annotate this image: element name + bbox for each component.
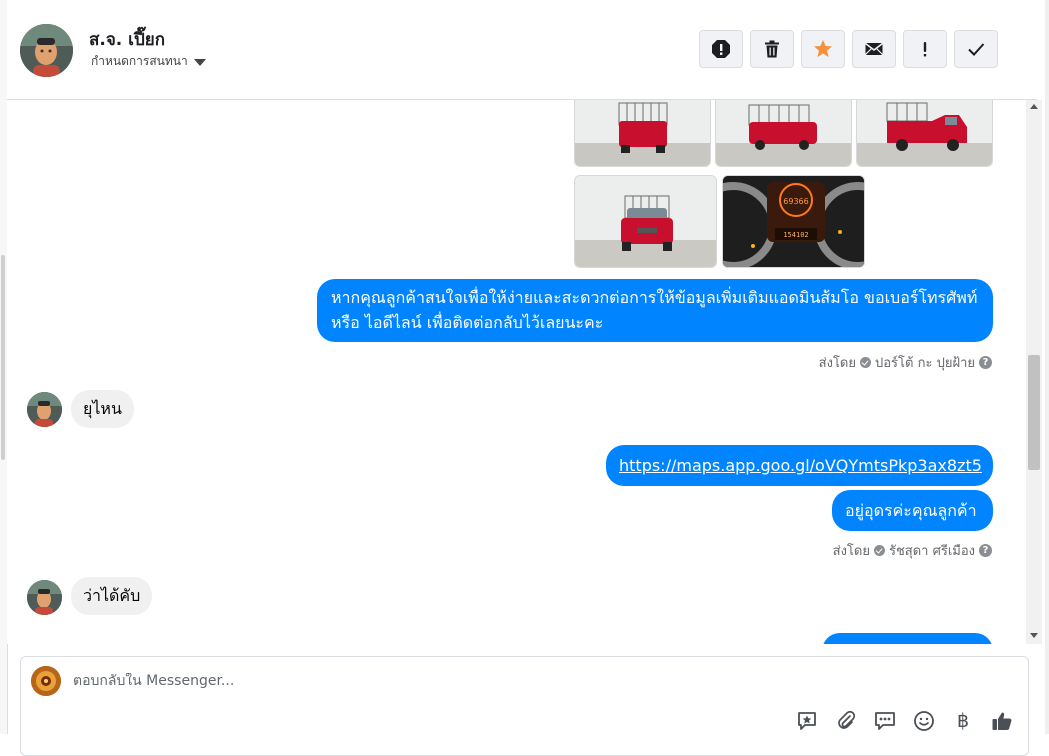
- sent-by-name: รัชสุดา ศรีเมือง: [888, 544, 975, 559]
- sent-by-prefix: ส่งโดย: [818, 356, 856, 371]
- verified-icon: [873, 545, 885, 556]
- report-spam-button[interactable]: [699, 30, 743, 68]
- thumbs-up-icon: [992, 712, 1012, 730]
- outgoing-message[interactable]: อยู่อุดรค่ะคุณลูกค้า: [832, 490, 993, 531]
- contact-avatar-small[interactable]: [27, 580, 62, 615]
- baht-icon: ฿: [956, 710, 970, 732]
- caret-down-icon: [193, 58, 206, 66]
- message-thread[interactable]: 69366 154102 หากคุณลูกค้าสนใจเพื่อให้ง่าย…: [7, 100, 1026, 644]
- composer-tools: ฿: [795, 709, 1014, 733]
- checkmark-icon: [968, 43, 985, 56]
- chat-bubble-icon: [875, 712, 895, 730]
- outgoing-message[interactable]: หากคุณลูกค้าสนใจเพื่อให้ง่ายและสะดวกต่อก…: [317, 279, 993, 342]
- sent-by-label: ส่งโดย รัชสุดา ศรีเมือง ?: [833, 540, 992, 561]
- car-photo-4[interactable]: [574, 175, 717, 268]
- outgoing-message-partial[interactable]: [822, 633, 993, 644]
- conversation-header: ส.จ. เปี๊ยก กำหนดการสนทนา: [7, 0, 1037, 100]
- scrollbar-thumb[interactable]: [1028, 355, 1040, 470]
- sent-by-prefix: ส่งโดย: [832, 544, 870, 559]
- alert-icon: [712, 40, 730, 58]
- smiley-icon: [914, 711, 934, 731]
- star-button[interactable]: [801, 30, 845, 68]
- reply-input[interactable]: [73, 673, 773, 689]
- scroll-up-arrow-icon[interactable]: [1030, 104, 1038, 109]
- saved-replies-button[interactable]: [795, 709, 819, 733]
- exclamation-icon: [923, 42, 927, 57]
- verified-icon: [860, 357, 871, 368]
- thread-scrollbar[interactable]: [1026, 100, 1042, 644]
- sent-by-name: ปอร์โต้ กะ ปุยฝ้าย: [875, 356, 975, 371]
- sent-by-label: ส่งโดย ปอร์โต้ กะ ปุยฝ้าย ?: [819, 352, 992, 373]
- left-scrollbar[interactable]: [1, 255, 5, 460]
- contact-avatar[interactable]: [20, 24, 73, 77]
- emoji-button[interactable]: [912, 709, 936, 733]
- quick-replies-button[interactable]: [873, 709, 897, 733]
- attach-button[interactable]: [834, 709, 858, 733]
- mark-done-button[interactable]: [954, 30, 998, 68]
- mark-unread-button[interactable]: [852, 30, 896, 68]
- assign-label: กำหนดการสนทนา: [91, 54, 188, 68]
- header-actions: [699, 30, 998, 68]
- contact-name[interactable]: ส.จ. เปี๊ยก: [89, 26, 165, 53]
- car-photo-3[interactable]: [856, 100, 993, 167]
- incoming-message[interactable]: ว่าได้คับ: [71, 577, 153, 615]
- reply-composer: ฿: [20, 656, 1029, 756]
- assign-conversation-dropdown[interactable]: กำหนดการสนทนา: [91, 52, 206, 71]
- incoming-message[interactable]: ยุไหน: [71, 390, 134, 428]
- follow-up-button[interactable]: [903, 30, 947, 68]
- payment-button[interactable]: ฿: [951, 709, 975, 733]
- car-photo-1[interactable]: [574, 100, 711, 167]
- odometer-readout: 69366: [783, 197, 808, 206]
- envelope-icon: [865, 42, 883, 55]
- help-icon[interactable]: ?: [979, 356, 992, 369]
- delete-button[interactable]: [750, 30, 794, 68]
- right-panel-edge: [1045, 0, 1049, 734]
- contact-avatar-small[interactable]: [27, 392, 62, 427]
- scroll-down-arrow-icon[interactable]: [1030, 633, 1038, 638]
- trip-readout: 154102: [783, 231, 808, 239]
- page-avatar: [31, 666, 61, 696]
- dashboard-photo[interactable]: 69366 154102: [722, 175, 865, 268]
- paperclip-icon: [838, 710, 856, 729]
- help-icon[interactable]: ?: [979, 544, 992, 557]
- like-button[interactable]: [990, 709, 1014, 733]
- trash-icon: [765, 40, 779, 58]
- car-photo-2[interactable]: [715, 100, 852, 167]
- outgoing-map-link[interactable]: https://maps.app.goo.gl/oVQYmtsPkp3ax8zt…: [606, 445, 993, 486]
- star-icon: [814, 40, 832, 57]
- saved-reply-icon: [798, 712, 816, 730]
